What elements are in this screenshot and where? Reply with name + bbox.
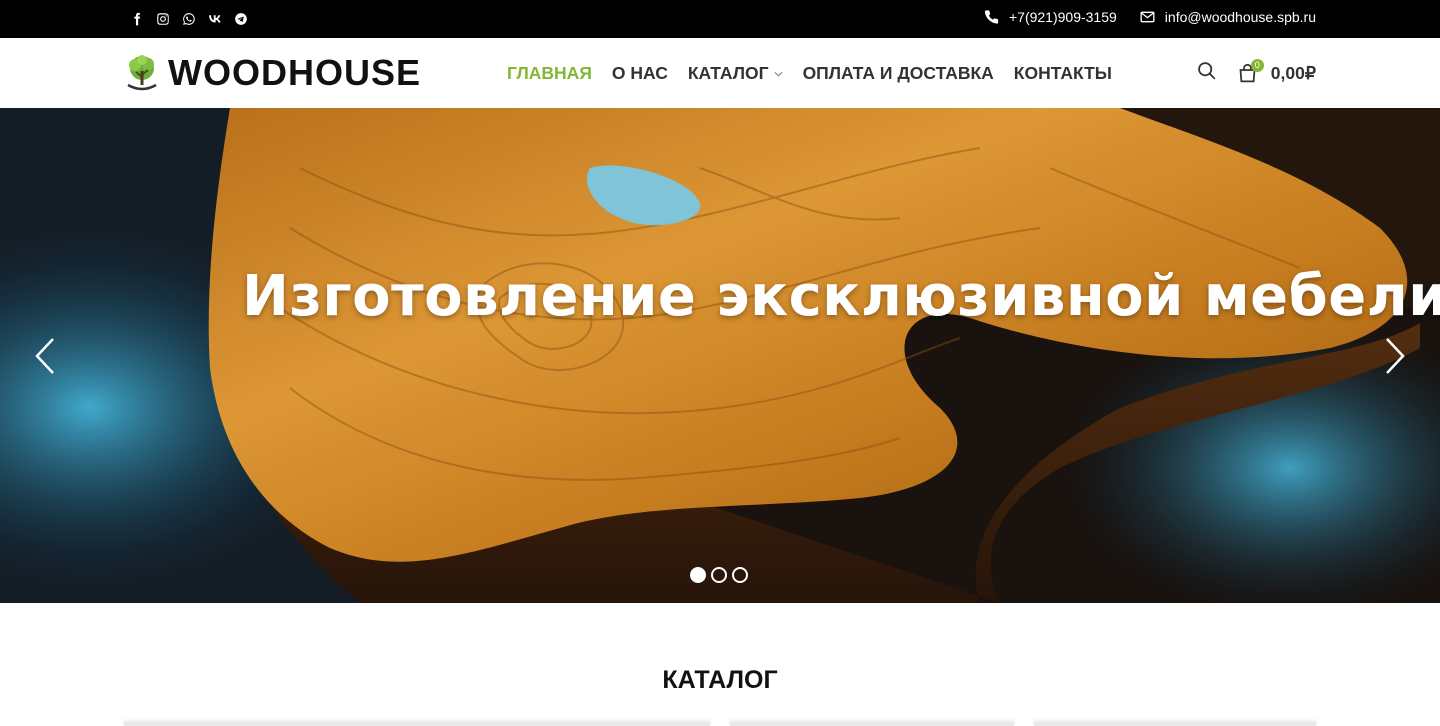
nav-label: КАТАЛОГ (687, 63, 769, 83)
top-bar: +7(921)909-3159 info@woodhouse.spb.ru (0, 0, 1440, 38)
whatsapp-icon[interactable] (180, 11, 197, 26)
catalog-card[interactable] (1034, 722, 1316, 726)
chevron-down-icon (774, 71, 783, 77)
social-links (128, 11, 249, 26)
envelope-icon (1140, 11, 1155, 23)
nav-item-home[interactable]: ГЛАВНАЯ (507, 63, 592, 84)
search-icon (1197, 62, 1216, 80)
cart-total: 0,00₽ (1270, 62, 1316, 83)
nav-item-contacts[interactable]: КОНТАКТЫ (1014, 63, 1112, 84)
slider-pagination (690, 567, 748, 583)
cart-count-badge: 0 (1250, 58, 1264, 72)
instagram-icon[interactable] (154, 11, 171, 26)
phone-number: +7(921)909-3159 (1008, 9, 1117, 25)
nav-label: О НАС (611, 63, 668, 83)
logo-text: WOODHOUSE (168, 52, 422, 93)
logo[interactable]: WOODHOUSE (124, 53, 421, 93)
hero-title: Изготовление эксклюзивной мебели (242, 264, 1440, 329)
email-link[interactable]: info@woodhouse.spb.ru (1139, 9, 1316, 25)
catalog-card[interactable] (730, 722, 1014, 726)
hero-background-image (0, 108, 1440, 603)
email-address: info@woodhouse.spb.ru (1164, 9, 1316, 25)
slider-dot-1[interactable] (690, 567, 706, 583)
vk-icon[interactable] (206, 11, 223, 26)
slider-next-button[interactable] (1383, 337, 1407, 375)
header-actions: 0 0,00₽ (1196, 58, 1316, 86)
slider-dot-2[interactable] (711, 567, 727, 583)
main-header: WOODHOUSE ГЛАВНАЯ О НАС КАТАЛОГ ОПЛАТА И… (0, 38, 1440, 108)
facebook-icon[interactable] (128, 11, 145, 26)
search-button[interactable] (1196, 60, 1217, 86)
catalog-section-title: КАТАЛОГ (662, 666, 778, 694)
catalog-card[interactable] (124, 722, 710, 726)
telegram-icon[interactable] (232, 11, 249, 26)
nav-label: ОПЛАТА И ДОСТАВКА (802, 63, 994, 83)
nav-label: ГЛАВНАЯ (507, 63, 592, 83)
chevron-right-icon (1386, 338, 1405, 374)
tree-logo-icon (127, 55, 157, 91)
hero-slider: Изготовление эксклюзивной мебели (0, 108, 1440, 603)
nav-item-catalog[interactable]: КАТАЛОГ (688, 63, 783, 84)
nav-item-about[interactable]: О НАС (612, 63, 668, 84)
nav-item-payment-delivery[interactable]: ОПЛАТА И ДОСТАВКА (803, 63, 994, 84)
nav-label: КОНТАКТЫ (1013, 63, 1112, 83)
phone-icon (984, 10, 999, 24)
slider-prev-button[interactable] (33, 337, 57, 375)
contact-info: +7(921)909-3159 info@woodhouse.spb.ru (983, 9, 1316, 25)
phone-link[interactable]: +7(921)909-3159 (983, 9, 1117, 25)
main-nav: ГЛАВНАЯ О НАС КАТАЛОГ ОПЛАТА И ДОСТАВКА … (507, 63, 1112, 84)
cart-button[interactable]: 0 0,00₽ (1237, 58, 1316, 84)
slider-dot-3[interactable] (732, 567, 748, 583)
catalog-cards (0, 722, 1440, 726)
chevron-left-icon (35, 338, 54, 374)
